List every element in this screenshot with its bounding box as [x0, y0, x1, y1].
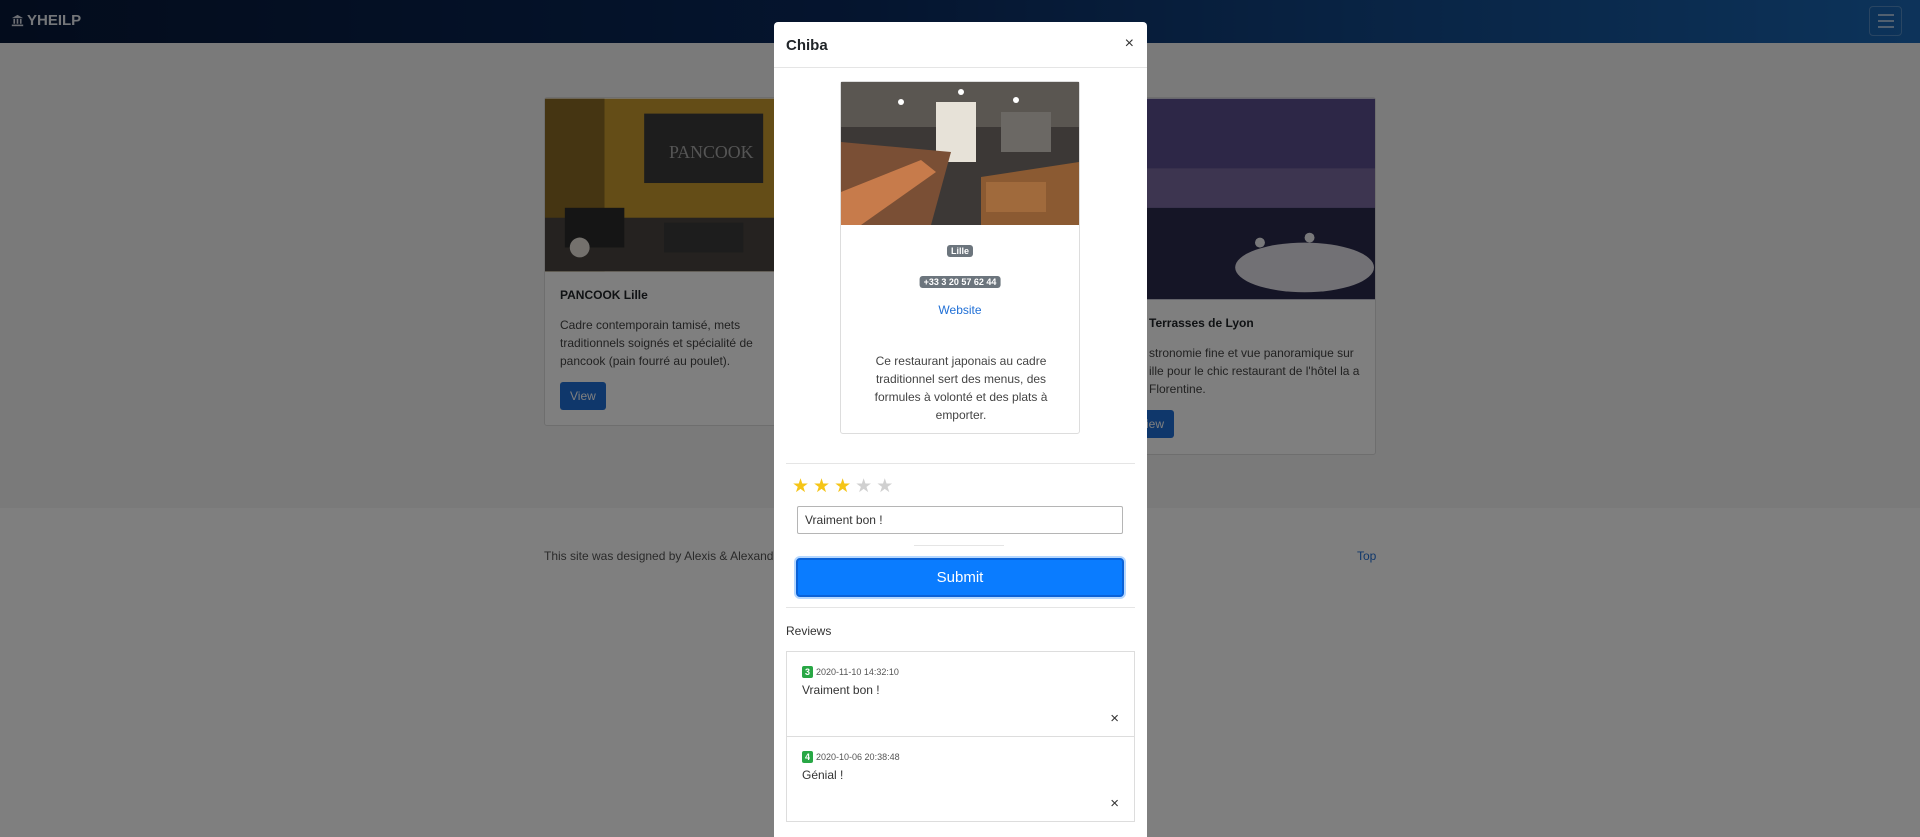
delete-review-icon[interactable]: ×	[1110, 795, 1119, 812]
review-date: 2020-10-06 20:38:48	[816, 752, 900, 762]
phone-badge: +33 3 20 57 62 44	[919, 276, 1001, 288]
restaurant-photo	[841, 82, 1079, 225]
star-rating-input[interactable]: ★ ★ ★ ★ ★	[792, 477, 893, 497]
restaurant-info-card: Lille +33 3 20 57 62 44 Website Ce resta…	[840, 81, 1080, 434]
star-icon[interactable]: ★	[876, 477, 893, 497]
star-icon[interactable]: ★	[855, 477, 872, 497]
rating-badge: 3	[802, 666, 814, 678]
review-text: Génial !	[802, 768, 844, 782]
website-link[interactable]: Website	[841, 303, 1079, 317]
city-badge: Lille	[946, 245, 974, 257]
reviews-heading: Reviews	[786, 624, 832, 638]
restaurant-modal: Chiba × Lille +33 3 20 57 62 44 Website …	[774, 22, 1147, 837]
restaurant-description: Ce restaurant japonais au cadre traditio…	[874, 354, 1048, 422]
review-item: 4 2020-10-06 20:38:48 Génial ! ×	[786, 736, 1135, 822]
review-text: Vraiment bon !	[802, 683, 880, 697]
close-icon[interactable]: ×	[1125, 35, 1134, 53]
star-icon[interactable]: ★	[792, 477, 809, 497]
review-date: 2020-11-10 14:32:10	[816, 667, 899, 677]
review-input[interactable]	[797, 506, 1123, 534]
divider	[786, 607, 1135, 608]
submit-button[interactable]: Submit	[796, 558, 1124, 597]
delete-review-icon[interactable]: ×	[1110, 710, 1119, 727]
divider	[786, 463, 1135, 464]
star-icon[interactable]: ★	[813, 477, 830, 497]
rating-badge: 4	[802, 751, 814, 763]
review-item: 3 2020-11-10 14:32:10 Vraiment bon ! ×	[786, 651, 1135, 737]
star-icon[interactable]: ★	[834, 477, 851, 497]
modal-title: Chiba	[786, 37, 828, 54]
review-meta: 3 2020-11-10 14:32:10	[802, 666, 899, 678]
divider	[914, 545, 1004, 546]
review-meta: 4 2020-10-06 20:38:48	[802, 751, 900, 763]
modal-header: Chiba ×	[774, 22, 1147, 68]
